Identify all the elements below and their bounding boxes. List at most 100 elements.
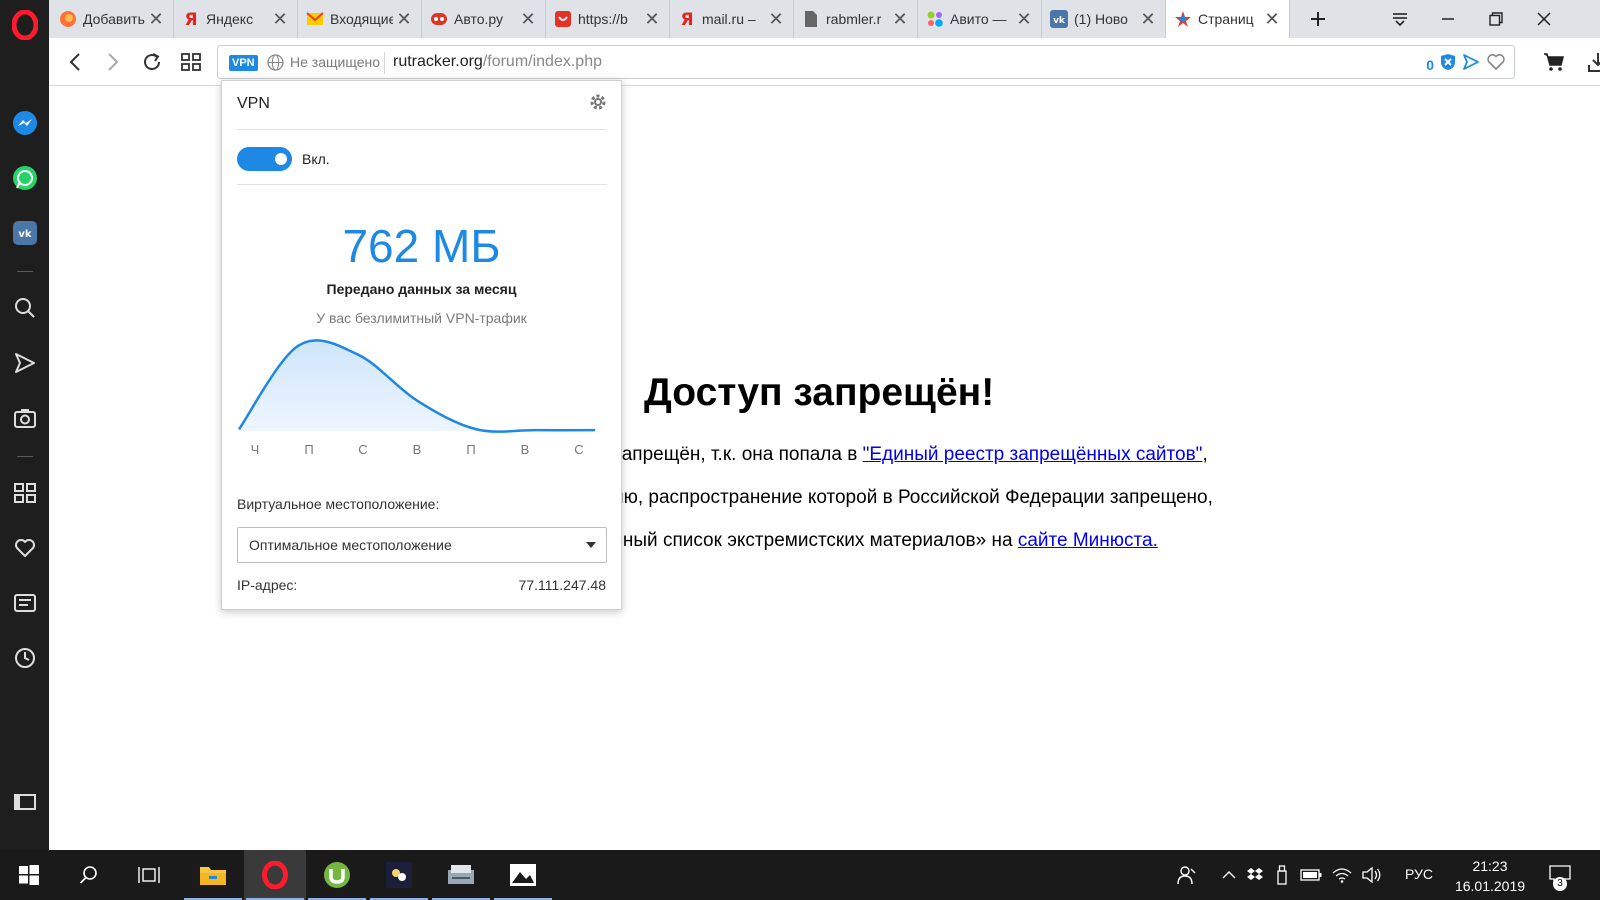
sidebar-toggle-icon[interactable] bbox=[0, 782, 49, 822]
notification-count-badge: 3 bbox=[1553, 877, 1567, 891]
dropbox-icon[interactable] bbox=[1243, 850, 1267, 900]
tab-close-icon[interactable]: ✕ bbox=[641, 8, 663, 30]
tab[interactable]: rabmler.r ✕ bbox=[794, 0, 918, 38]
scanner-app-icon[interactable] bbox=[430, 850, 492, 900]
search-icon[interactable] bbox=[0, 288, 49, 328]
tab-close-icon[interactable]: ✕ bbox=[393, 8, 415, 30]
battery-icon[interactable] bbox=[1297, 850, 1325, 900]
tab[interactable]: Я mail.ru – ✕ bbox=[670, 0, 794, 38]
adblock-shield-icon[interactable] bbox=[1440, 53, 1456, 76]
traffic-subcaption: У вас безлимитный VPN-трафик bbox=[316, 310, 527, 326]
tab-close-icon[interactable]: ✕ bbox=[889, 8, 911, 30]
opera-menu-icon[interactable] bbox=[0, 2, 49, 48]
vpn-toggle-label: Вкл. bbox=[302, 151, 330, 167]
security-status[interactable]: Не защищено bbox=[290, 54, 380, 70]
traffic-area-fill bbox=[239, 340, 595, 432]
tab-close-icon[interactable]: ✕ bbox=[517, 8, 539, 30]
popup-divider bbox=[237, 129, 607, 130]
tab[interactable]: Добавить ✕ bbox=[51, 0, 174, 38]
tab-close-icon[interactable]: ✕ bbox=[1013, 8, 1035, 30]
speed-dial-icon[interactable] bbox=[0, 473, 49, 513]
vk-icon[interactable]: vk bbox=[0, 213, 49, 253]
wifi-icon[interactable] bbox=[1328, 850, 1356, 900]
tab-close-icon[interactable]: ✕ bbox=[765, 8, 787, 30]
tab-menu-icon[interactable] bbox=[1376, 0, 1424, 38]
tab-close-icon[interactable]: ✕ bbox=[1261, 8, 1283, 30]
chart-day-label: П bbox=[466, 442, 475, 457]
aliexpress-icon bbox=[554, 10, 572, 28]
forward-button[interactable] bbox=[96, 45, 130, 79]
restore-icon[interactable] bbox=[1472, 0, 1520, 38]
system-clock[interactable]: 21:23 16.01.2019 bbox=[1440, 856, 1540, 896]
page-text: запрещён, т.к. она попала в bbox=[613, 444, 863, 465]
yandex-icon: Я bbox=[182, 10, 200, 28]
tab-active[interactable]: Страниц ✕ bbox=[1166, 0, 1290, 38]
windows-taskbar: РУС 21:23 16.01.2019 3 bbox=[0, 850, 1600, 900]
location-select-value: Оптимальное местоположение bbox=[249, 537, 452, 553]
minimize-icon[interactable] bbox=[1424, 0, 1472, 38]
bookmarks-heart-icon[interactable] bbox=[0, 528, 49, 568]
back-button[interactable] bbox=[58, 45, 92, 79]
start-windows-icon[interactable] bbox=[0, 850, 58, 900]
minjust-link[interactable]: сайте Минюста. bbox=[1018, 530, 1158, 551]
address-bar[interactable]: VPN Не защищено rutracker.org/forum/inde… bbox=[217, 45, 1515, 79]
utorrent-icon[interactable] bbox=[306, 850, 368, 900]
volume-icon[interactable] bbox=[1358, 850, 1386, 900]
new-tab-plus-icon[interactable] bbox=[1294, 0, 1342, 38]
rkn-icon bbox=[1174, 10, 1192, 28]
sidebar-divider bbox=[17, 456, 33, 457]
vpn-badge-button[interactable]: VPN bbox=[229, 55, 258, 71]
globe-icon[interactable] bbox=[267, 54, 284, 76]
vpn-toggle[interactable] bbox=[237, 147, 292, 171]
task-view-icon[interactable] bbox=[119, 850, 179, 900]
snapshot-camera-icon[interactable] bbox=[0, 398, 49, 438]
page-title: Доступ запрещён! bbox=[644, 371, 995, 414]
tab[interactable]: Авто.ру ✕ bbox=[422, 0, 546, 38]
gear-icon[interactable] bbox=[589, 93, 607, 116]
winamp-icon[interactable] bbox=[368, 850, 430, 900]
close-window-icon[interactable] bbox=[1520, 0, 1568, 38]
messenger-icon[interactable] bbox=[0, 103, 49, 143]
news-icon[interactable] bbox=[0, 583, 49, 623]
address-actions: 0 bbox=[1426, 53, 1506, 76]
svg-text:vk: vk bbox=[1053, 16, 1066, 26]
tab[interactable]: vk (1) Ново ✕ bbox=[1042, 0, 1166, 38]
whatsapp-icon[interactable] bbox=[0, 158, 49, 198]
toggle-knob bbox=[275, 153, 287, 165]
url-text[interactable]: rutracker.org/forum/index.php bbox=[393, 53, 602, 71]
photos-icon[interactable] bbox=[492, 850, 554, 900]
downloads-icon[interactable] bbox=[1581, 45, 1600, 79]
tab[interactable]: Я Яндекс ✕ bbox=[174, 0, 298, 38]
send-to-flow-icon[interactable] bbox=[1462, 53, 1480, 76]
ip-value: 77.111.247.48 bbox=[518, 577, 606, 593]
tab-close-icon[interactable]: ✕ bbox=[269, 8, 291, 30]
tab[interactable]: Авито — ✕ bbox=[918, 0, 1042, 38]
tab[interactable]: https://b ✕ bbox=[546, 0, 670, 38]
usb-device-icon[interactable] bbox=[1270, 850, 1294, 900]
input-language[interactable]: РУС bbox=[1405, 866, 1433, 882]
chevron-up-icon[interactable] bbox=[1218, 850, 1240, 900]
tab-title: Яндекс bbox=[206, 11, 254, 27]
location-select[interactable]: Оптимальное местоположение bbox=[237, 527, 607, 563]
registry-link[interactable]: "Единый реестр запрещённых сайтов" bbox=[863, 444, 1203, 465]
tab[interactable]: Входящие ✕ bbox=[298, 0, 422, 38]
bookmark-heart-icon[interactable] bbox=[1486, 53, 1506, 76]
people-icon[interactable] bbox=[1172, 850, 1202, 900]
tab-title: Входящие bbox=[330, 11, 393, 27]
history-clock-icon[interactable] bbox=[0, 638, 49, 678]
chevron-down-icon bbox=[586, 542, 596, 548]
speed-dial-button[interactable] bbox=[174, 45, 208, 79]
clock-date: 16.01.2019 bbox=[1454, 878, 1526, 894]
reload-button[interactable] bbox=[135, 45, 169, 79]
vpn-popup: VPN Вкл. 762 МБ Передано данных за месяц… bbox=[221, 80, 622, 610]
tab-close-icon[interactable]: ✕ bbox=[145, 8, 167, 30]
search-icon[interactable] bbox=[59, 850, 119, 900]
send-flow-icon[interactable] bbox=[0, 343, 49, 383]
adblock-count[interactable]: 0 bbox=[1426, 57, 1434, 73]
notification-center-icon[interactable] bbox=[1545, 850, 1575, 900]
shopping-cart-icon[interactable] bbox=[1537, 45, 1571, 79]
tab-close-icon[interactable]: ✕ bbox=[1137, 8, 1159, 30]
opera-icon[interactable] bbox=[244, 850, 306, 900]
tab-title: https://b bbox=[578, 11, 628, 27]
file-explorer-icon[interactable] bbox=[182, 850, 244, 900]
